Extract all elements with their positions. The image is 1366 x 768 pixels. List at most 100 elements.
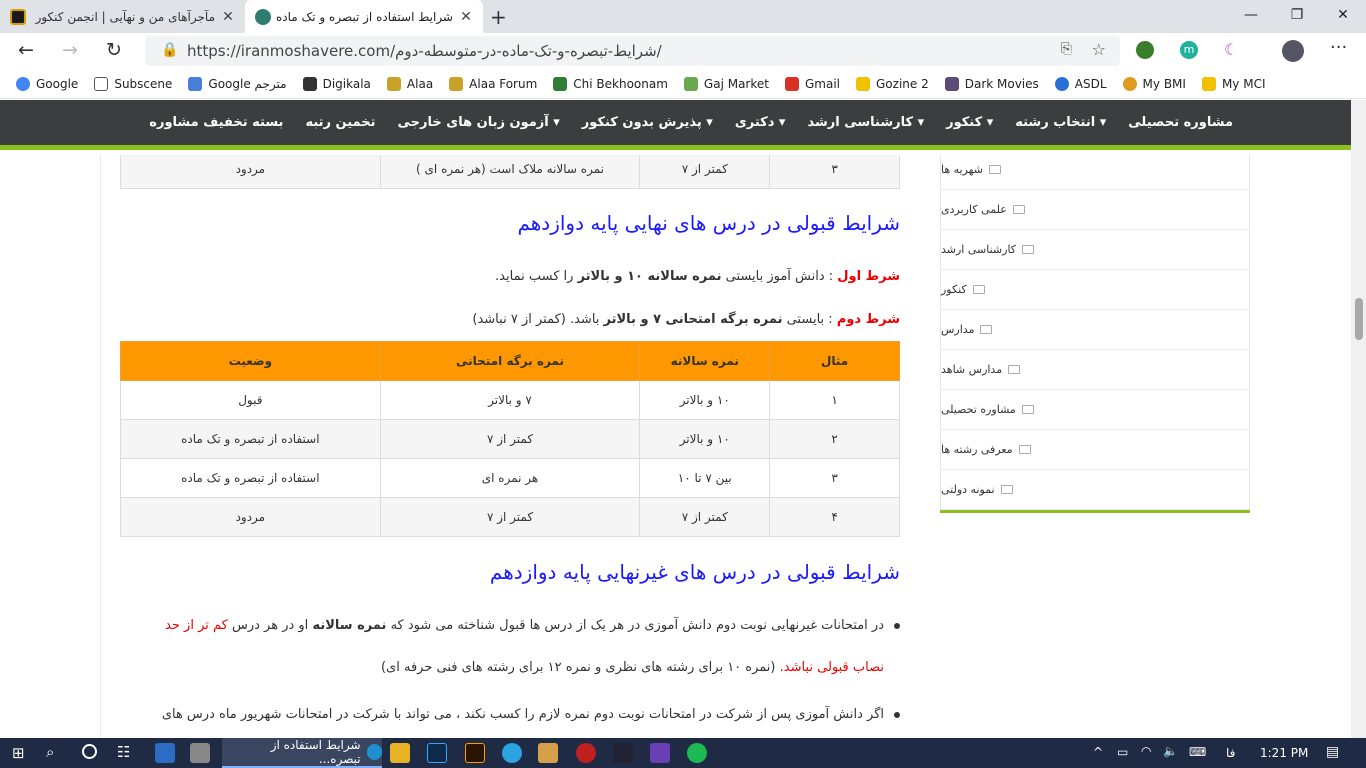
tab-inactive[interactable]: ✕ مآجرآهای من و نهآیی | انجمن کنکور: [0, 0, 245, 33]
sidebar-item[interactable]: معرفی رشته ها: [940, 430, 1250, 470]
sidebar-item[interactable]: شهریه ها: [940, 155, 1250, 190]
folder-icon: [1018, 445, 1031, 454]
bookmark-item[interactable]: Gaj Market: [683, 77, 769, 91]
bookmark-item[interactable]: Dark Movies: [944, 77, 1039, 91]
dark-mode-moon-icon[interactable]: ☾: [1224, 40, 1238, 59]
gaj-icon: [683, 77, 698, 91]
chevron-up-icon[interactable]: ^: [1093, 745, 1103, 759]
app-icon[interactable]: [613, 743, 633, 763]
clock[interactable]: 1:21 PM: [1260, 746, 1308, 760]
cortana-icon[interactable]: [82, 744, 97, 759]
language-indicator[interactable]: فا: [1226, 746, 1235, 760]
favorite-star-icon[interactable]: ☆: [1092, 40, 1106, 59]
bookmark-item[interactable]: Digikala: [302, 77, 371, 91]
sidebar-item[interactable]: مدارس: [940, 310, 1250, 350]
table-cell: ۴: [769, 497, 900, 537]
scrollbar-thumb[interactable]: [1355, 298, 1363, 340]
telegram-icon[interactable]: [502, 743, 522, 763]
gozine-icon: [856, 77, 870, 91]
bmi-icon: [1122, 77, 1137, 91]
battery-icon[interactable]: ▭: [1117, 745, 1128, 759]
asdl-icon: [1054, 77, 1069, 91]
bookmark-item[interactable]: My MCI: [1201, 77, 1266, 91]
page-scrollbar[interactable]: [1351, 100, 1366, 738]
menu-item[interactable]: انتخاب رشته ▾: [1015, 115, 1106, 130]
column-header: وضعیت: [120, 341, 381, 381]
more-menu-icon[interactable]: ···: [1330, 37, 1347, 58]
table-cell: ۳: [769, 155, 900, 189]
menu-item[interactable]: بسته تخفیف مشاوره: [149, 115, 283, 130]
column-divider: [100, 155, 101, 738]
read-aloud-icon[interactable]: ⎘: [1061, 41, 1072, 57]
table-cell: کمتر از ۷: [639, 497, 771, 537]
volume-icon[interactable]: 🔈: [1163, 744, 1178, 758]
keyboard-icon[interactable]: ⌨: [1189, 745, 1206, 759]
bookmark-item[interactable]: Subscene: [94, 77, 172, 91]
windows-start-icon[interactable]: ⊞: [12, 744, 25, 762]
mail-icon[interactable]: [155, 743, 175, 763]
menu-item[interactable]: تخمین رتبه: [305, 115, 375, 130]
visual-studio-icon[interactable]: [650, 743, 670, 763]
taskbar-edge-window[interactable]: شرایط استفاده از تبصره...: [222, 738, 382, 768]
bookmark-item[interactable]: ASDL: [1054, 77, 1107, 91]
table-cell: نمره سالانه ملاک است (هر نمره ای ): [379, 155, 641, 189]
app-icon[interactable]: [538, 743, 558, 763]
section-heading: شرایط قبولی در درس های غیرنهایی پایه دوا…: [489, 560, 900, 584]
lock-icon[interactable]: 🔒: [161, 42, 178, 58]
folder-icon: [1022, 245, 1035, 254]
notifications-icon[interactable]: ▤: [1326, 744, 1339, 760]
wifi-icon[interactable]: ◠: [1141, 744, 1151, 758]
forward-arrow-icon[interactable]: →: [62, 39, 78, 61]
close-window-button[interactable]: ✕: [1320, 0, 1366, 33]
maximize-button[interactable]: ❐: [1274, 0, 1320, 33]
task-view-icon[interactable]: ☷: [117, 743, 130, 761]
sidebar-item[interactable]: کارشناسی ارشد: [940, 230, 1250, 270]
sidebar-item[interactable]: مشاوره تحصیلی: [940, 390, 1250, 430]
bookmark-item[interactable]: Chi Bekhoonam: [553, 77, 668, 91]
menu-item[interactable]: پذیرش بدون کنکور ▾: [582, 115, 713, 130]
back-arrow-icon[interactable]: ←: [18, 39, 34, 61]
minimize-button[interactable]: —: [1228, 0, 1274, 33]
bookmark-item[interactable]: My BMI: [1122, 77, 1186, 91]
close-tab-icon[interactable]: ✕: [221, 9, 235, 25]
search-icon[interactable]: ⌕: [46, 743, 54, 761]
folder-icon: [980, 325, 993, 334]
menu-item[interactable]: کارشناسی ارشد ▾: [807, 115, 924, 130]
table-cell: کمتر از ۷: [379, 419, 641, 459]
sidebar-item[interactable]: کنکور: [940, 270, 1250, 310]
url-text[interactable]: https://iranmoshavere.com/شرایط-تبصره-و-…: [187, 42, 662, 60]
menu-item[interactable]: کنکور ▾: [946, 115, 993, 130]
close-tab-icon[interactable]: ✕: [459, 9, 473, 25]
bookmark-item[interactable]: Gmail: [784, 77, 840, 91]
address-bar[interactable]: 🔒 https://iranmoshavere.com/شرایط-تبصره-…: [145, 36, 1120, 66]
menu-item[interactable]: مشاوره تحصیلی: [1128, 115, 1233, 130]
site-main-menu: مشاوره تحصیلی انتخاب رشته ▾ کنکور ▾ کارش…: [0, 100, 1351, 150]
bookmark-item[interactable]: Alaa Forum: [449, 77, 537, 91]
illustrator-icon[interactable]: [465, 743, 485, 763]
file-explorer-icon[interactable]: [390, 743, 410, 763]
menu-item[interactable]: دکتری ▾: [735, 115, 786, 130]
column-header: نمره سالانه: [639, 341, 771, 381]
menu-item[interactable]: آزمون زبان های خارجی ▾: [398, 115, 560, 130]
bookmark-item[interactable]: Google: [16, 77, 78, 91]
bookmark-item[interactable]: Gozine 2: [856, 77, 929, 91]
profile-m-icon[interactable]: m: [1180, 41, 1198, 59]
new-tab-button[interactable]: +: [490, 5, 507, 29]
store-icon[interactable]: [190, 743, 210, 763]
photoshop-icon[interactable]: [427, 743, 447, 763]
table-row: ۴ کمتر از ۷ کمتر از ۷ مردود: [120, 497, 900, 537]
bookmark-item[interactable]: Google مترجم: [188, 77, 287, 91]
sidebar-item[interactable]: نمونه دولتی: [940, 470, 1250, 510]
tab-active[interactable]: ✕ شرایط استفاده از تبصره و تک ماده: [245, 0, 483, 33]
table-cell: ۱: [769, 380, 900, 420]
refresh-icon[interactable]: ↻: [106, 39, 122, 61]
extension-globe-icon[interactable]: [1136, 41, 1154, 59]
condition-2: شرط دوم : بایستی نمره برگه امتحانی ۷ و ب…: [472, 312, 900, 327]
app-icon[interactable]: [576, 743, 596, 763]
sidebar-item[interactable]: مدارس شاهد: [940, 350, 1250, 390]
windows-taskbar: ⊞ ⌕ ☷ شرایط استفاده از تبصره... ^ ▭ ◠ 🔈 …: [0, 738, 1366, 768]
sidebar-item[interactable]: علمی کاربردی: [940, 190, 1250, 230]
spotify-icon[interactable]: [687, 743, 707, 763]
avatar[interactable]: [1282, 40, 1304, 62]
bookmark-item[interactable]: Alaa: [386, 77, 433, 91]
